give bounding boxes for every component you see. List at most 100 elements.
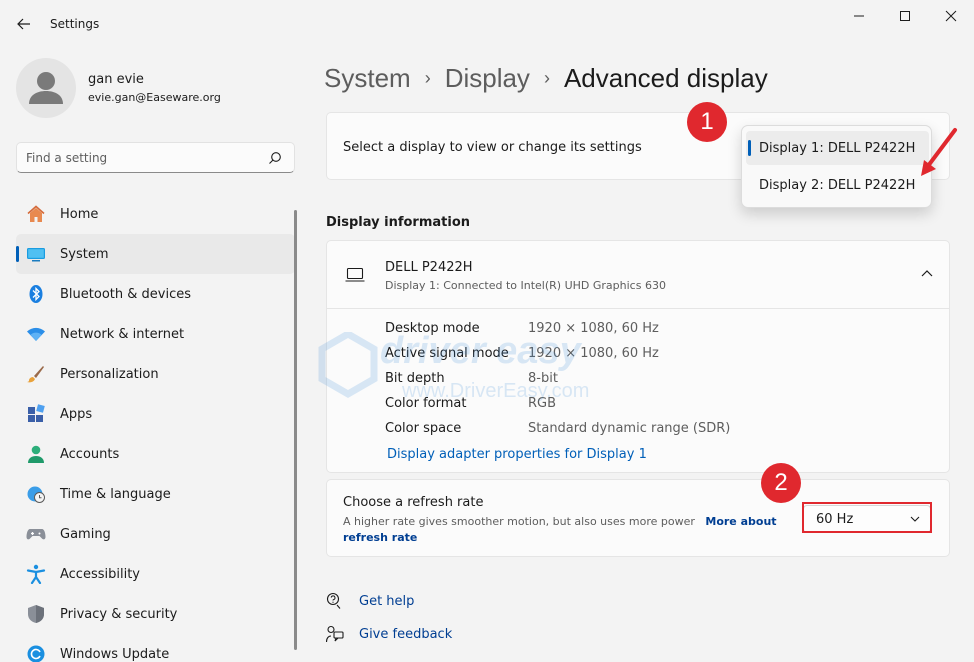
display-option-1[interactable]: Display 1: DELL P2422H	[746, 131, 929, 165]
search-icon[interactable]	[268, 151, 282, 165]
info-key: Color format	[385, 396, 467, 411]
shield-icon	[28, 605, 44, 623]
breadcrumb-display[interactable]: Display	[445, 63, 530, 94]
sidebar-item-network[interactable]: Network & internet	[16, 314, 295, 354]
chevron-down-icon	[910, 516, 920, 522]
sidebar-item-label: Gaming	[60, 526, 111, 542]
brush-icon	[27, 366, 44, 383]
sidebar-item-windows-update[interactable]: Windows Update	[16, 634, 295, 662]
sidebar-item-label: Bluetooth & devices	[60, 286, 191, 302]
info-row-active-signal-mode: Active signal mode 1920 × 1080, 60 Hz	[385, 346, 885, 366]
sidebar-item-time-language[interactable]: Time & language	[16, 474, 295, 514]
section-title-display-info: Display information	[326, 215, 471, 230]
refresh-rate-description: A higher rate gives smoother motion, but…	[343, 514, 783, 546]
display-info-card: DELL P2422H Display 1: Connected to Inte…	[326, 240, 950, 473]
breadcrumb: System › Display › Advanced display	[324, 58, 768, 98]
person-icon	[28, 445, 44, 463]
accessibility-icon	[26, 564, 46, 584]
give-feedback-link[interactable]: Give feedback	[326, 623, 452, 645]
app-title: Settings	[50, 17, 100, 31]
sidebar-item-privacy[interactable]: Privacy & security	[16, 594, 295, 634]
search-input[interactable]	[26, 149, 266, 167]
sidebar-item-bluetooth[interactable]: Bluetooth & devices	[16, 274, 295, 314]
maximize-button[interactable]	[882, 0, 928, 32]
info-row-color-space: Color space Standard dynamic range (SDR)	[385, 421, 885, 441]
sidebar-item-system[interactable]: System	[16, 234, 295, 274]
sidebar-item-accessibility[interactable]: Accessibility	[16, 554, 295, 594]
info-value: 1920 × 1080, 60 Hz	[528, 321, 659, 336]
chevron-up-icon[interactable]	[921, 269, 933, 279]
feedback-icon	[326, 625, 344, 643]
display-info-header[interactable]: DELL P2422H Display 1: Connected to Inte…	[327, 241, 949, 309]
display-subtitle: Display 1: Connected to Intel(R) UHD Gra…	[385, 279, 666, 292]
refresh-rate-dropdown[interactable]: 60 Hz	[803, 505, 931, 533]
info-row-desktop-mode: Desktop mode 1920 × 1080, 60 Hz	[385, 321, 885, 341]
info-key: Bit depth	[385, 371, 445, 386]
sidebar-item-home[interactable]: Home	[16, 194, 295, 234]
system-icon	[27, 248, 45, 262]
info-row-bit-depth: Bit depth 8-bit	[385, 371, 885, 391]
adapter-properties-link[interactable]: Display adapter properties for Display 1	[387, 447, 647, 462]
annotation-badge-1: 1	[687, 102, 727, 142]
info-value: RGB	[528, 396, 557, 411]
breadcrumb-system[interactable]: System	[324, 63, 411, 94]
page-title: Advanced display	[563, 62, 768, 93]
laptop-icon	[345, 267, 365, 282]
display-option-2[interactable]: Display 2: DELL P2422H	[746, 168, 929, 202]
sidebar-item-apps[interactable]: Apps	[16, 394, 295, 434]
help-icon	[326, 592, 341, 609]
globe-clock-icon	[27, 486, 45, 503]
wifi-icon	[27, 327, 45, 341]
sidebar-item-label: Home	[60, 206, 99, 222]
info-row-color-format: Color format RGB	[385, 396, 885, 416]
title-bar: Settings	[0, 0, 974, 48]
display-dropdown-menu: Display 1: DELL P2422H Display 2: DELL P…	[741, 125, 932, 208]
get-help-link[interactable]: Get help	[326, 590, 414, 612]
back-button[interactable]	[10, 12, 38, 36]
sidebar-item-label: Windows Update	[60, 646, 170, 662]
sidebar-item-label: Privacy & security	[60, 606, 178, 622]
sidebar-item-accounts[interactable]: Accounts	[16, 434, 295, 474]
sidebar-item-label: Accessibility	[60, 566, 140, 582]
give-feedback-label: Give feedback	[359, 626, 453, 642]
back-arrow-icon	[17, 18, 30, 30]
info-key: Color space	[385, 421, 462, 436]
info-value: 8-bit	[528, 371, 558, 386]
profile-email: evie.gan@Easeware.org	[88, 91, 221, 104]
info-key: Desktop mode	[385, 321, 480, 336]
refresh-rate-desc-text: A higher rate gives smoother motion, but…	[343, 515, 695, 528]
sidebar-item-label: Accounts	[60, 446, 120, 462]
search-box[interactable]	[16, 142, 295, 173]
minimize-icon	[854, 15, 864, 17]
sidebar-item-label: Apps	[60, 406, 93, 422]
sidebar-item-label: Time & language	[60, 486, 171, 502]
maximize-icon	[900, 11, 910, 21]
info-key: Active signal mode	[385, 346, 509, 361]
refresh-rate-title: Choose a refresh rate	[343, 495, 484, 510]
info-value: 1920 × 1080, 60 Hz	[528, 346, 659, 361]
sidebar-item-label: System	[60, 246, 109, 262]
sidebar-item-personalization[interactable]: Personalization	[16, 354, 295, 394]
annotation-badge-2: 2	[761, 463, 801, 503]
gamepad-icon	[26, 529, 46, 540]
display-select-label: Select a display to view or change its s…	[343, 140, 642, 155]
close-icon	[945, 10, 957, 22]
display-name: DELL P2422H	[385, 260, 473, 275]
refresh-rate-card: Choose a refresh rate A higher rate give…	[326, 479, 950, 557]
avatar[interactable]	[16, 58, 76, 118]
sidebar-item-gaming[interactable]: Gaming	[16, 514, 295, 554]
get-help-label: Get help	[359, 593, 415, 609]
apps-icon	[28, 404, 45, 422]
home-icon	[27, 205, 45, 222]
minimize-button[interactable]	[836, 0, 882, 32]
sidebar-scrollbar[interactable]	[294, 210, 297, 650]
close-button[interactable]	[928, 0, 974, 32]
sidebar-item-label: Network & internet	[60, 326, 185, 342]
chevron-right-icon: ›	[543, 67, 550, 88]
person-avatar-icon	[29, 72, 63, 104]
sidebar-item-label: Personalization	[60, 366, 159, 382]
update-icon	[27, 645, 45, 662]
chevron-right-icon: ›	[424, 67, 431, 88]
refresh-rate-value: 60 Hz	[816, 512, 854, 527]
info-value: Standard dynamic range (SDR)	[528, 421, 731, 436]
